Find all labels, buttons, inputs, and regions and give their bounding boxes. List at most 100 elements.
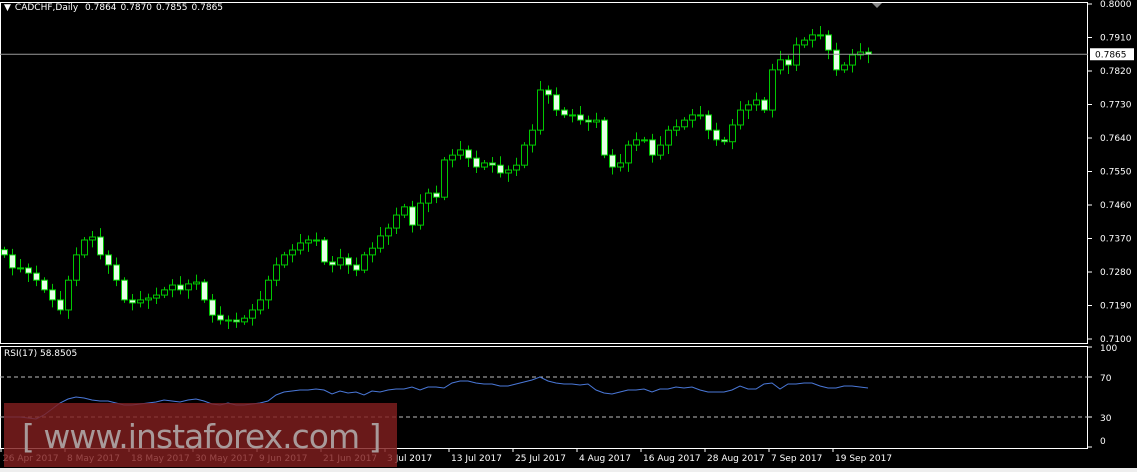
candle [361,251,368,274]
candle-body [753,99,760,106]
candle [505,165,512,182]
candle [329,255,336,273]
candle-body [65,279,72,311]
candle [321,237,328,265]
candle [481,159,488,171]
candle [657,136,664,160]
candle [817,25,824,40]
price-tick-label: 0.7640 [1100,134,1132,144]
candle [745,100,752,120]
candle-body [417,202,424,226]
candle [473,150,480,173]
candle-body [841,64,848,71]
candle-body [257,299,264,311]
candle [729,119,736,150]
candle-body [137,299,144,304]
candle [689,108,696,128]
candle [25,263,32,283]
candle [673,119,680,137]
candle [73,247,80,287]
candle-body [33,272,40,281]
price-axis: 0.8000 0.7910 0.7820 0.7730 0.7640 0.7550 0.74… [0,0,1134,345]
candle-body [49,289,56,301]
candle-body [193,281,200,285]
candle [153,287,160,305]
candle [665,125,672,155]
current-price-label: 0.7865 [1095,50,1127,60]
candle-body [265,279,272,301]
candle [633,132,640,152]
high-value: 0.7870 [120,3,153,13]
candle [145,293,152,309]
time-tick-label: 13 Jul 2017 [451,454,502,464]
candle [337,248,344,270]
candle [841,62,848,73]
candle [249,304,256,326]
candle-body [697,114,704,117]
candle [537,81,544,135]
candle [81,237,88,258]
candle [345,253,352,274]
candle-body [449,154,456,161]
candle-body [361,254,368,271]
candle-body [81,239,88,256]
price-chart[interactable]: 0.8000 0.7910 0.7820 0.7730 0.7640 0.7550 0.74… [0,0,1137,472]
candle-body [161,289,168,296]
time-tick-label: 19 Sep 2017 [835,454,892,464]
candle [465,145,472,168]
candle [265,275,272,309]
price-tick-label: 0.7550 [1100,168,1132,178]
candle [57,290,64,315]
candle [113,257,120,287]
price-tick-label: 0.7910 [1100,34,1132,44]
candle [137,290,144,308]
candle-body [849,54,856,66]
candle [457,140,464,160]
chart-shift-marker-icon[interactable] [872,3,882,8]
candle [753,92,760,111]
candle-body [129,299,136,304]
candle [185,279,192,299]
candle [377,226,384,253]
candle [649,133,656,163]
candle [369,242,376,263]
candle-body [217,314,224,321]
candle-body [761,99,768,111]
candle-body [769,69,776,111]
candle-body [681,119,688,128]
candle-body [297,242,304,251]
candle [201,279,208,303]
candle-body [57,299,64,311]
rsi-tick-label: 30 [1100,414,1112,424]
open-value: 0.7864 [85,3,117,13]
candle-body [481,162,488,168]
candle [721,136,728,145]
candle-body [561,109,568,116]
candle [561,107,568,118]
candle-body [657,144,664,156]
rsi-name: RSI(17) [4,349,38,359]
candle-body [785,59,792,66]
candle-body [25,267,32,274]
rsi-tick-label: 100 [1100,344,1117,354]
symbol-label: CADCHF,Daily [14,3,79,13]
candle [129,293,136,311]
candle [609,149,616,175]
candle-body [233,319,240,323]
candle-body [793,44,800,66]
price-tick-label: 0.7460 [1100,201,1132,211]
dropdown-triangle-icon[interactable]: ▼ [4,3,11,13]
candle-body [425,192,432,204]
candle-body [825,34,832,51]
candle-body [121,279,128,301]
candle [177,276,184,295]
candle-body [393,214,400,229]
candle-body [585,119,592,123]
price-tick-label: 0.7190 [1100,302,1132,312]
candle [89,231,96,248]
candle-body [337,257,344,266]
candle-body [209,299,216,316]
candle [865,47,872,64]
candle-body [433,192,440,198]
candle-body [289,249,296,256]
